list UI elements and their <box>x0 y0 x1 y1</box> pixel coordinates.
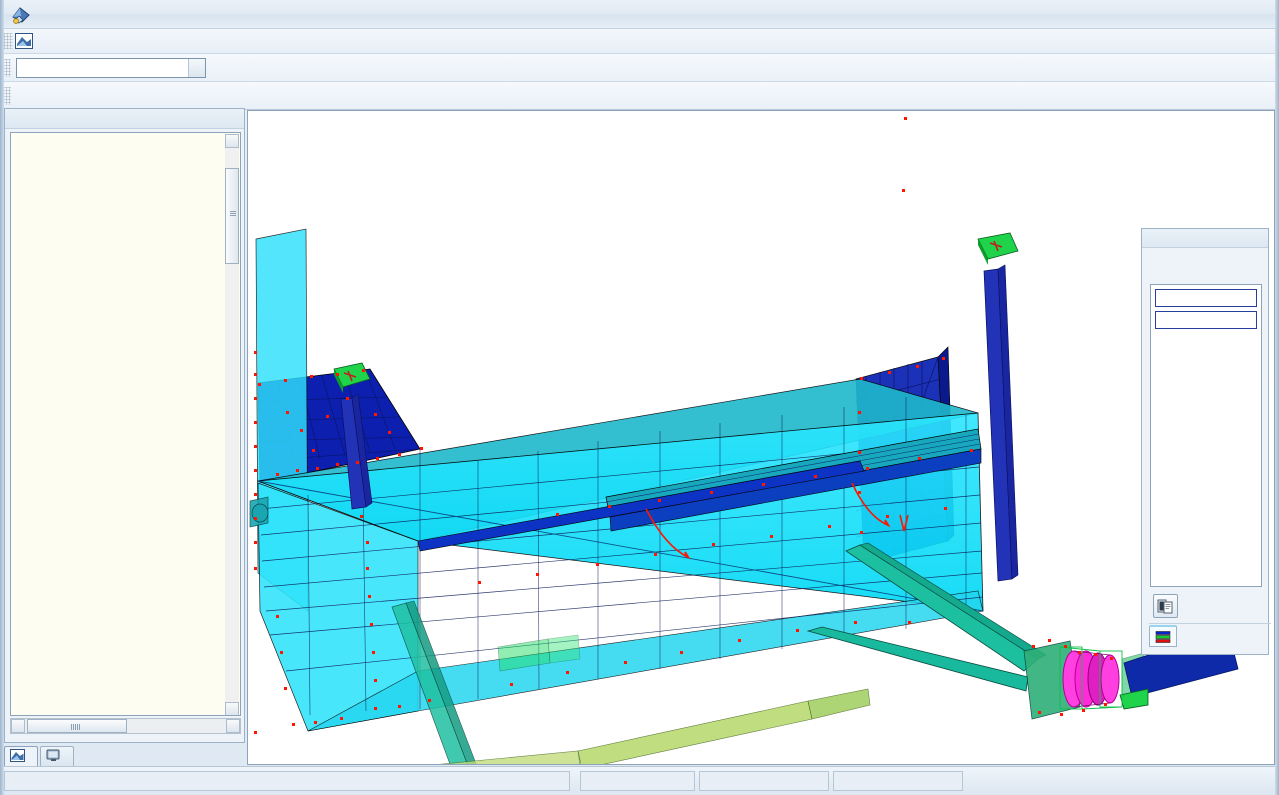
menu-bar <box>0 29 1279 54</box>
window-border-left <box>0 0 4 795</box>
mdi-window-controls <box>1209 33 1271 47</box>
navigator-horizontal-scrollbar[interactable] <box>10 718 241 734</box>
right-hanger-column <box>978 233 1018 581</box>
tab-display[interactable] <box>40 746 74 766</box>
project-navigator-panel <box>4 108 245 743</box>
hscrollbar-thumb[interactable] <box>27 719 127 733</box>
status-field-units <box>699 771 829 791</box>
chevron-down-icon[interactable] <box>188 59 205 77</box>
legend-caption <box>1146 251 1266 256</box>
pin-icon[interactable] <box>212 112 226 126</box>
scroll-left-button[interactable] <box>11 719 25 733</box>
model-viewport[interactable]: X Y <box>247 110 1275 765</box>
toolbar-grip-handle[interactable] <box>3 59 11 77</box>
mdi-close-button[interactable] <box>1255 33 1271 47</box>
module-selector-combo[interactable] <box>16 58 206 78</box>
legend-group-constant[interactable] <box>1155 311 1257 329</box>
legend-panel <box>1141 228 1269 655</box>
application-window: X Y <box>0 0 1279 795</box>
svg-text:X: X <box>298 763 304 765</box>
structural-model-3d[interactable]: X Y <box>248 111 1275 765</box>
window-border-right <box>1275 0 1279 795</box>
navigator-tree <box>11 133 227 136</box>
status-message-field <box>4 771 570 791</box>
navigator-header <box>5 109 244 129</box>
rfem-menu-logo-icon <box>15 33 33 49</box>
navigator-tree-container <box>10 132 241 716</box>
minimize-button[interactable] <box>1195 5 1215 21</box>
panel-body <box>1146 251 1266 623</box>
navigator-vertical-scrollbar[interactable] <box>225 134 239 716</box>
navigator-close-icon[interactable] <box>226 112 240 126</box>
mdi-minimize-button[interactable] <box>1209 33 1225 47</box>
legend-color-scale[interactable] <box>1150 284 1262 587</box>
coordinate-origin-axes: X Y <box>292 763 392 765</box>
status-field-extra <box>833 771 963 791</box>
maximize-button[interactable] <box>1223 5 1243 21</box>
status-field-coords <box>580 771 695 791</box>
legend-group-special[interactable] <box>1155 289 1257 307</box>
navigator-tabs <box>4 744 245 766</box>
panel-close-icon[interactable] <box>1250 231 1264 245</box>
status-bar <box>0 766 1279 795</box>
rfem-app-icon <box>10 4 32 26</box>
main-toolbar <box>0 54 1279 82</box>
title-bar <box>0 0 1279 29</box>
display-tab-icon <box>46 749 61 765</box>
scroll-right-button[interactable] <box>226 719 240 733</box>
data-tab-icon <box>10 749 25 765</box>
panel-tab-strip <box>1149 623 1271 647</box>
scrollbar-thumb[interactable] <box>225 168 239 264</box>
copy-legend-icon[interactable] <box>1153 594 1178 618</box>
modeling-toolbar <box>0 82 1279 110</box>
scroll-up-button[interactable] <box>225 134 239 148</box>
close-button[interactable] <box>1251 5 1271 21</box>
tab-data[interactable] <box>4 746 38 766</box>
mdi-restore-button[interactable] <box>1232 33 1248 47</box>
toolbar2-grip-handle[interactable] <box>3 87 11 105</box>
menu-grip-handle[interactable] <box>4 33 13 49</box>
scroll-down-button[interactable] <box>225 702 239 716</box>
panel-header <box>1142 229 1268 248</box>
left-end-device <box>250 497 268 527</box>
window-controls <box>1195 5 1271 21</box>
color-bars-icon[interactable] <box>1149 625 1177 647</box>
